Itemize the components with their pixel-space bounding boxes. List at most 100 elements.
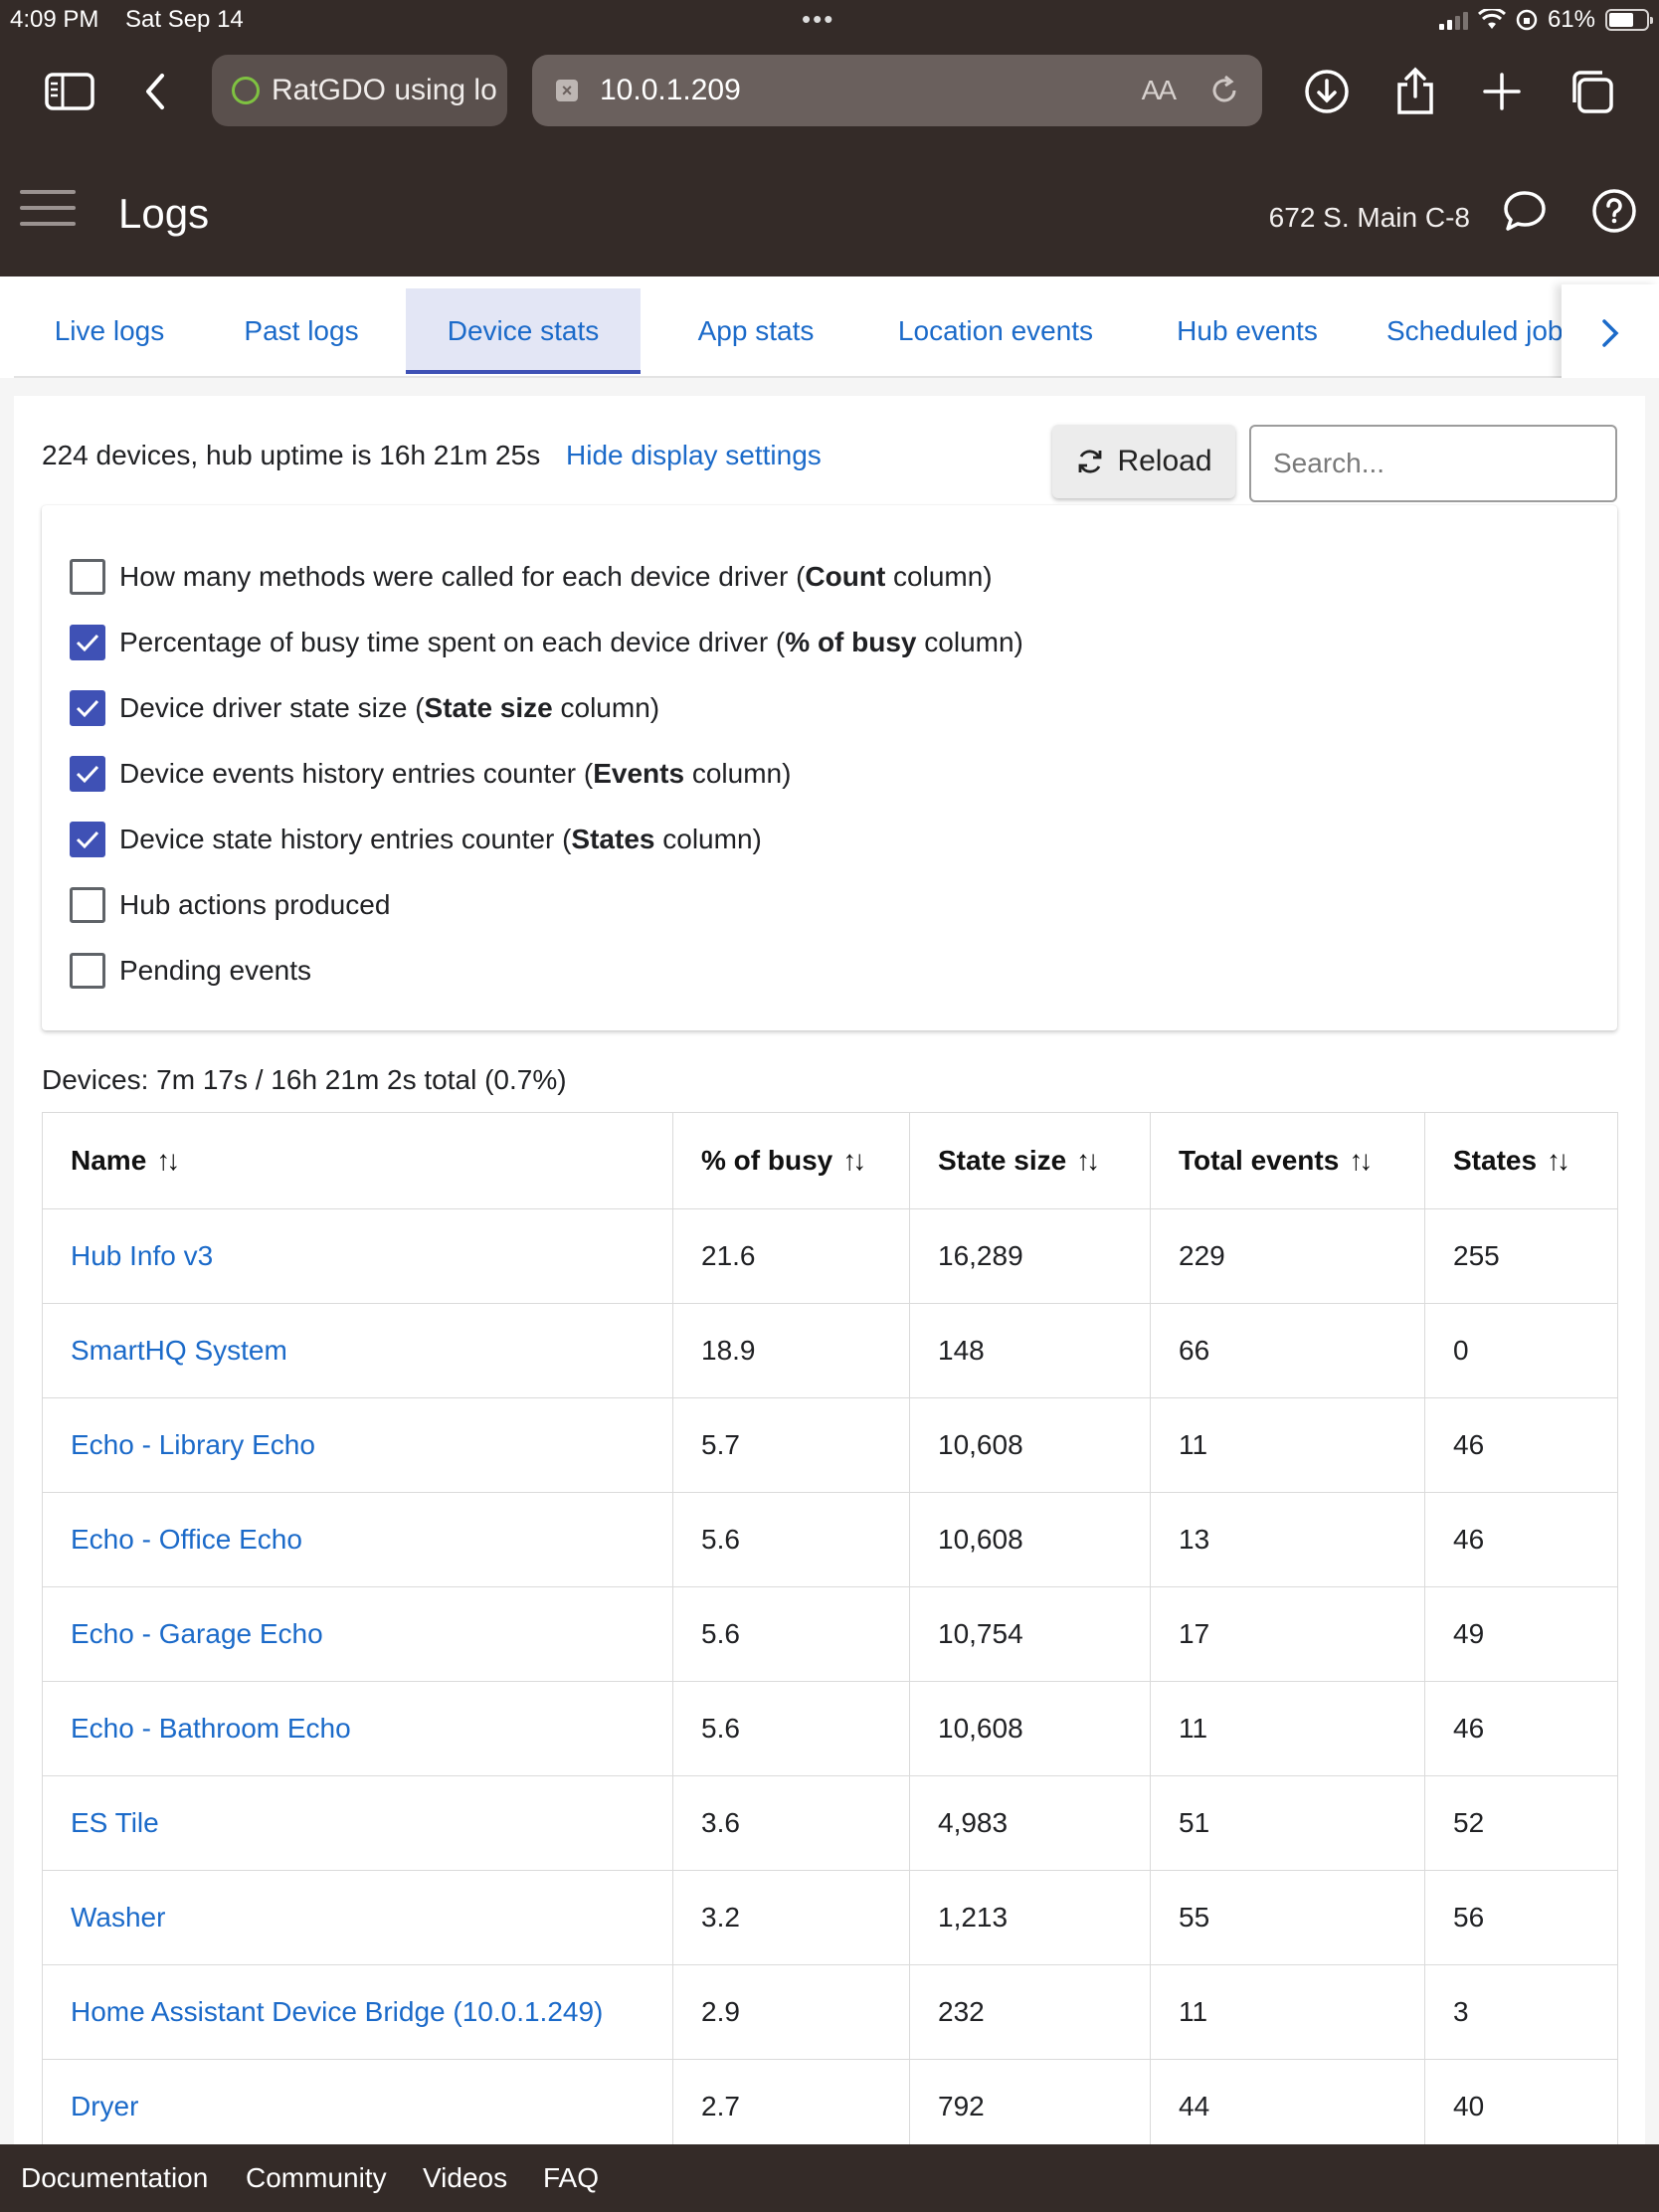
download-icon[interactable]	[1299, 64, 1355, 119]
hide-display-settings-link[interactable]: Hide display settings	[566, 440, 822, 471]
sort-icon[interactable]: ↑↓	[156, 1145, 180, 1176]
tab-device-stats[interactable]: Device stats	[406, 288, 641, 374]
total-events: 11	[1150, 1397, 1425, 1493]
cellular-signal-icon	[1438, 10, 1468, 30]
orientation-lock-icon	[1516, 9, 1538, 31]
page-title: Logs	[118, 190, 210, 237]
column-header-total-events[interactable]: Total events ↑↓	[1150, 1112, 1425, 1209]
sort-icon[interactable]: ↑↓	[1349, 1145, 1373, 1176]
device-stats-table: Name ↑↓ % of busy ↑↓ State size ↑↓ Total ev…	[42, 1112, 1618, 2154]
setting-pending-events[interactable]: Pending events	[70, 951, 311, 991]
setting-label: How many methods were called for each de…	[119, 561, 993, 592]
status-bar: 4:09 PM Sat Sep 14 ••• 61%	[0, 0, 1659, 42]
column-header-busy[interactable]: % of busy ↑↓	[672, 1112, 910, 1209]
column-header-name[interactable]: Name ↑↓	[42, 1112, 673, 1209]
sort-icon[interactable]: ↑↓	[842, 1145, 866, 1176]
setting-states-column[interactable]: Device state history entries counter (St…	[70, 820, 762, 859]
reader-options-button[interactable]: AA	[1142, 75, 1177, 106]
sort-icon[interactable]: ↑↓	[1547, 1145, 1570, 1176]
checkbox-checked[interactable]	[70, 756, 105, 792]
checkbox-checked[interactable]	[70, 822, 105, 857]
device-name-link[interactable]: ES Tile	[42, 1775, 673, 1871]
busy-percent: 18.9	[672, 1303, 910, 1398]
tab-hub-events[interactable]: Hub events	[1136, 288, 1359, 376]
state-size: 10,608	[909, 1397, 1151, 1493]
total-events: 13	[1150, 1492, 1425, 1587]
tab-past-logs[interactable]: Past logs	[205, 288, 398, 376]
share-icon[interactable]	[1387, 64, 1443, 119]
reload-button[interactable]: Reload	[1052, 425, 1235, 498]
total-events: 55	[1150, 1870, 1425, 1965]
device-name-link[interactable]: Echo - Office Echo	[42, 1492, 673, 1587]
states-count: 46	[1424, 1492, 1618, 1587]
table-row: Washer 3.2 1,213 55 56	[42, 1870, 1618, 1965]
stop-loading-icon[interactable]: ×	[556, 80, 578, 101]
footer-link-documentation[interactable]: Documentation	[21, 2162, 208, 2194]
browser-tab-pill[interactable]: RatGDO using lo	[212, 55, 507, 126]
footer-link-videos[interactable]: Videos	[423, 2162, 507, 2194]
menu-icon[interactable]	[20, 190, 76, 230]
reload-page-icon[interactable]	[1206, 73, 1242, 108]
table-row: Hub Info v3 21.6 16,289 229 255	[42, 1208, 1618, 1304]
state-size: 10,608	[909, 1492, 1151, 1587]
table-row: ES Tile 3.6 4,983 51 52	[42, 1775, 1618, 1871]
setting-busy-column[interactable]: Percentage of busy time spent on each de…	[70, 623, 1023, 662]
total-events: 51	[1150, 1775, 1425, 1871]
total-events: 44	[1150, 2059, 1425, 2154]
footer-link-faq[interactable]: FAQ	[543, 2162, 599, 2194]
sort-icon[interactable]: ↑↓	[1076, 1145, 1100, 1176]
states-count: 56	[1424, 1870, 1618, 1965]
new-tab-icon[interactable]	[1474, 64, 1530, 119]
busy-percent: 5.7	[672, 1397, 910, 1493]
tab-live-logs[interactable]: Live logs	[14, 288, 205, 376]
device-name-link[interactable]: SmartHQ System	[42, 1303, 673, 1398]
battery-icon	[1605, 9, 1653, 31]
checkbox-checked[interactable]	[70, 625, 105, 660]
multitasking-dots-icon[interactable]: •••	[802, 4, 834, 35]
reload-label: Reload	[1117, 445, 1212, 477]
table-row: Echo - Bathroom Echo 5.6 10,608 11 46	[42, 1681, 1618, 1776]
device-name-link[interactable]: Washer	[42, 1870, 673, 1965]
setting-label: Device driver state size (State size col…	[119, 692, 660, 723]
chat-icon[interactable]	[1502, 188, 1548, 234]
tab-location-events[interactable]: Location events	[871, 288, 1120, 376]
busy-percent: 5.6	[672, 1492, 910, 1587]
table-header-row: Name ↑↓ % of busy ↑↓ State size ↑↓ Total ev…	[42, 1112, 1618, 1209]
back-icon[interactable]	[127, 64, 183, 119]
busy-percent: 21.6	[672, 1208, 910, 1304]
tab-scheduled-jobs[interactable]: Scheduled job	[1375, 288, 1573, 376]
busy-percent: 2.9	[672, 1964, 910, 2060]
checkbox[interactable]	[70, 559, 105, 595]
checkmark-icon	[76, 634, 99, 652]
device-name-link[interactable]: Hub Info v3	[42, 1208, 673, 1304]
help-icon[interactable]	[1591, 188, 1637, 234]
column-header-states[interactable]: States ↑↓	[1424, 1112, 1618, 1209]
refresh-icon	[1079, 450, 1102, 473]
checkbox[interactable]	[70, 953, 105, 989]
checkbox[interactable]	[70, 887, 105, 923]
setting-count-column[interactable]: How many methods were called for each de…	[70, 557, 993, 597]
tab-overview-icon[interactable]	[1564, 64, 1619, 119]
setting-state-size-column[interactable]: Device driver state size (State size col…	[70, 688, 659, 728]
device-name-link[interactable]: Dryer	[42, 2059, 673, 2154]
footer-link-community[interactable]: Community	[246, 2162, 387, 2194]
sidebar-icon[interactable]	[42, 64, 97, 119]
device-name-link[interactable]: Home Assistant Device Bridge (10.0.1.249…	[42, 1964, 673, 2060]
column-header-state-size[interactable]: State size ↑↓	[909, 1112, 1151, 1209]
address-url: 10.0.1.209	[600, 74, 741, 106]
table-row: Home Assistant Device Bridge (10.0.1.249…	[42, 1964, 1618, 2060]
setting-events-column[interactable]: Device events history entries counter (E…	[70, 754, 791, 794]
device-name-link[interactable]: Echo - Library Echo	[42, 1397, 673, 1493]
setting-label: Device events history entries counter (E…	[119, 758, 792, 789]
search-input[interactable]	[1249, 425, 1617, 502]
tabs-scroll-right-button[interactable]	[1562, 284, 1659, 382]
tab-app-stats[interactable]: App stats	[641, 288, 871, 376]
device-name-link[interactable]: Echo - Garage Echo	[42, 1586, 673, 1682]
device-name-link[interactable]: Echo - Bathroom Echo	[42, 1681, 673, 1776]
devices-total-summary: Devices: 7m 17s / 16h 21m 2s total (0.7%…	[42, 1064, 567, 1095]
address-bar[interactable]: × 10.0.1.209 AA	[532, 55, 1262, 126]
battery-percent: 61%	[1547, 6, 1595, 33]
checkbox-checked[interactable]	[70, 690, 105, 726]
busy-percent: 3.6	[672, 1775, 910, 1871]
setting-hub-actions[interactable]: Hub actions produced	[70, 885, 390, 925]
